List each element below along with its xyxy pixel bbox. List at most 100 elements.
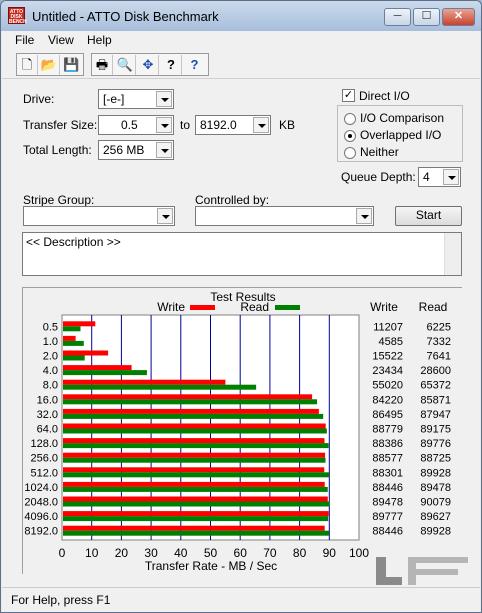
drive-select[interactable]: [-e-] <box>98 89 174 109</box>
description-textarea[interactable]: << Description >> <box>22 232 462 276</box>
category-label: 1.0 <box>43 336 58 348</box>
category-label: 16.0 <box>37 394 58 406</box>
column-write-header: Write <box>370 300 398 314</box>
transfer-size-from-select[interactable]: 0.5 <box>98 115 174 135</box>
write-value-label: 89478 <box>372 497 403 509</box>
chevron-down-icon[interactable] <box>157 208 173 224</box>
legend-read-swatch <box>275 305 300 310</box>
x-tick-label: 100 <box>349 546 369 560</box>
legend-write-swatch <box>190 305 215 310</box>
read-bar <box>63 501 330 507</box>
read-bar <box>63 457 326 463</box>
open-folder-icon[interactable]: 📂 <box>39 55 60 75</box>
read-value-label: 28600 <box>420 365 451 377</box>
x-tick-label: 90 <box>323 546 337 560</box>
description-text: << Description >> <box>26 235 121 249</box>
write-bar <box>63 467 325 473</box>
read-bar <box>63 399 318 405</box>
start-button[interactable]: Start <box>395 206 462 226</box>
read-value-label: 88725 <box>420 453 451 465</box>
direct-io-checkbox[interactable]: ✓ <box>342 89 355 102</box>
chevron-down-icon[interactable] <box>356 208 372 224</box>
write-value-label: 11207 <box>373 321 403 333</box>
maximize-button[interactable]: ☐ <box>413 8 440 26</box>
chevron-down-icon[interactable] <box>156 142 172 158</box>
total-length-select[interactable]: 256 MB <box>98 140 174 160</box>
client-area: Drive: [-e-] Transfer Size: 0.5 to 8192.… <box>2 79 480 587</box>
write-value-label: 88301 <box>372 467 403 479</box>
write-value-label: 15522 <box>372 351 403 363</box>
read-value-label: 87947 <box>420 409 451 421</box>
write-bar <box>63 321 96 327</box>
direct-io-label: Direct I/O <box>359 89 410 103</box>
read-bar <box>63 370 147 376</box>
save-icon[interactable]: 💾 <box>61 55 82 75</box>
category-label: 256.0 <box>30 453 58 465</box>
category-label: 4096.0 <box>24 511 58 523</box>
toolbar-tools-group: 🖶 🔍 ✥ ? ? <box>91 53 209 76</box>
atto-app-icon[interactable]: ATTO DISK BENCH <box>8 7 27 25</box>
read-value-label: 89627 <box>420 511 451 523</box>
write-value-label: 88577 <box>372 453 403 465</box>
read-value-label: 89478 <box>420 482 451 494</box>
move-cross-icon[interactable]: ✥ <box>138 55 159 75</box>
print-preview-icon[interactable]: 🔍 <box>115 55 136 75</box>
overlapped-io-radio[interactable] <box>344 130 356 142</box>
menu-file[interactable]: File <box>15 33 34 47</box>
category-label: 8192.0 <box>24 526 58 538</box>
write-bar <box>63 438 325 444</box>
description-scrollbar[interactable] <box>444 233 461 275</box>
category-label: 512.0 <box>30 467 58 479</box>
kb-label: KB <box>279 118 296 132</box>
stripe-group-select[interactable] <box>23 206 175 226</box>
transfer-size-label: Transfer Size: <box>23 118 98 132</box>
neither-radio[interactable] <box>344 147 356 159</box>
queue-depth-select[interactable]: 4 <box>418 167 461 187</box>
menu-help[interactable]: Help <box>87 33 112 47</box>
overlapped-io-label: Overlapped I/O <box>360 128 442 142</box>
read-value-label: 90079 <box>420 497 451 509</box>
minimize-button[interactable]: ─ <box>384 8 411 26</box>
controlled-by-select[interactable] <box>195 206 374 226</box>
print-icon[interactable]: 🖶 <box>92 55 113 75</box>
read-bar <box>63 384 257 390</box>
chevron-down-icon[interactable] <box>253 117 269 133</box>
io-comparison-radio[interactable] <box>344 113 356 125</box>
x-tick-label: 40 <box>174 546 188 560</box>
new-file-icon[interactable]: 🗋 <box>17 55 38 75</box>
write-bar <box>63 452 326 458</box>
close-button[interactable]: ✕ <box>442 8 475 26</box>
title-bar[interactable]: ATTO DISK BENCH Untitled - ATTO Disk Ben… <box>1 1 481 31</box>
transfer-size-to-select[interactable]: 8192.0 <box>195 115 271 135</box>
category-label: 32.0 <box>37 409 58 421</box>
write-bar <box>63 511 329 517</box>
context-help-icon[interactable]: ? <box>184 55 205 75</box>
chevron-down-icon[interactable] <box>156 91 172 107</box>
chevron-down-icon[interactable] <box>443 169 459 185</box>
read-bar <box>63 413 324 419</box>
help-question-icon[interactable]: ? <box>161 55 182 75</box>
category-label: 0.5 <box>43 321 58 333</box>
chevron-down-icon[interactable] <box>156 117 172 133</box>
results-chart: Test Results Write Read Write Read 0 10 20… <box>23 288 463 575</box>
write-bar <box>63 496 328 502</box>
read-value-label: 7641 <box>427 351 451 363</box>
read-bar <box>63 516 329 522</box>
neither-label: Neither <box>360 145 399 159</box>
category-label: 1024.0 <box>24 482 58 494</box>
category-label: 64.0 <box>37 424 58 436</box>
read-value-label: 89928 <box>420 467 451 479</box>
read-value-label: 89776 <box>420 438 451 450</box>
menu-view[interactable]: View <box>48 33 74 47</box>
read-value-label: 7332 <box>427 336 451 348</box>
column-read-header: Read <box>419 300 448 314</box>
total-length-value: 256 MB <box>103 143 145 157</box>
io-comparison-label: I/O Comparison <box>360 111 445 125</box>
read-value-label: 6225 <box>427 321 451 333</box>
x-tick-label: 60 <box>234 546 248 560</box>
x-tick-label: 30 <box>144 546 158 560</box>
write-bar <box>63 481 325 487</box>
main-window: ATTO DISK BENCH Untitled - ATTO Disk Ben… <box>0 0 482 613</box>
write-value-label: 88446 <box>372 482 403 494</box>
queue-depth-value: 4 <box>423 170 430 184</box>
